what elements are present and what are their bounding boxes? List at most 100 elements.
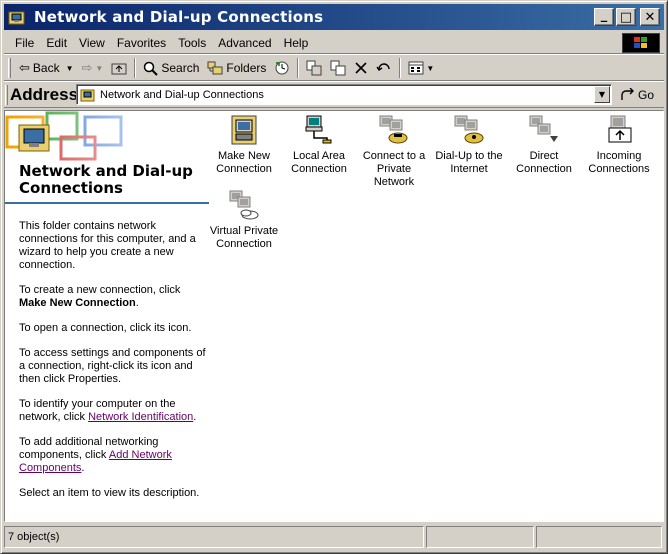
address-label: Address [10,84,79,104]
close-icon: ✕ [644,9,656,25]
pane-intro: This folder contains network connections… [19,220,196,271]
window-title: Network and Dial-up Connections [34,8,324,26]
undo-icon [376,63,391,71]
folders-icon [207,61,223,75]
icon-view: Make New Connection Local Area Connectio… [208,111,663,521]
item-dialup-internet[interactable]: Dial-Up to the Internet [433,114,505,176]
folders-label: Folders [226,61,267,75]
search-icon [144,61,159,76]
pane-create-paragraph: To create a new connection, click Make N… [19,284,209,310]
back-dropdown-icon[interactable]: ▼ [66,64,74,73]
address-input[interactable]: Network and Dial-up Connections ▼ [76,84,612,105]
views-button[interactable]: ▼ [404,57,438,79]
delete-button[interactable] [350,57,372,79]
menu-view[interactable]: View [73,33,111,53]
status-panel-3 [536,526,662,548]
minimize-icon: _ [600,7,608,23]
item-label: Local Area Connection [291,150,347,175]
pane-create-bold: Make New Connection [19,297,136,309]
up-folder-icon [111,63,127,75]
toolbar-separator [399,58,402,78]
toolbar-grip[interactable] [8,58,11,78]
pane-title: Network and Dial-up Connections [19,162,193,197]
web-view-pane: Network and Dial-up Connections This fol… [5,111,210,521]
pane-create-text: To create a new connection, click [19,284,181,296]
menu-help[interactable]: Help [278,33,315,53]
history-button[interactable] [270,57,294,79]
toolbar-separator [134,58,137,78]
direct-connection-icon [528,114,560,146]
pane-identify-paragraph: To identify your computer on the network… [19,398,209,424]
status-object-count: 7 object(s) [4,526,424,548]
maximize-button[interactable]: □ [616,8,636,26]
incoming-connections-icon [603,114,635,146]
item-virtual-private-connection[interactable]: Virtual Private Connection [208,189,280,251]
folder-content: Network and Dial-up Connections This fol… [4,110,664,522]
views-dropdown-icon[interactable]: ▼ [426,64,434,73]
pane-settings-text: To access settings and components of a c… [19,347,206,385]
item-label: Dial-Up to the Internet [435,150,503,175]
pane-create-end: . [135,297,139,309]
toolbar-separator [297,58,300,78]
close-button[interactable]: ✕ [640,8,660,26]
standard-toolbar: ⇦ Back ▼ ⇨ ▼ Search Folders ▼ [4,56,664,81]
item-direct-connection[interactable]: Direct Connection [508,114,580,176]
back-label: Back [32,61,60,75]
pane-divider [5,202,209,204]
pane-add-paragraph: To add additional networking components,… [19,436,209,475]
address-dropdown-icon[interactable]: ▼ [594,86,610,103]
pane-add-end: . [81,462,85,474]
menu-advanced[interactable]: Advanced [212,33,277,53]
item-label: Virtual Private Connection [209,225,279,250]
menu-file[interactable]: File [9,33,40,53]
address-value: Network and Dial-up Connections [100,88,264,101]
move-to-button[interactable] [302,57,326,79]
go-arrow-icon [621,88,634,100]
back-button[interactable]: ⇦ Back ▼ [15,57,78,79]
item-label: Connect to a Private Network [362,150,426,188]
go-button[interactable]: Go [620,85,654,105]
move-to-icon [306,60,322,76]
views-icon [408,61,424,75]
history-icon [275,61,289,75]
forward-arrow-icon: ⇨ [81,60,93,75]
address-bar: Address Network and Dial-up Connections … [4,82,664,108]
status-bar: 7 object(s) [4,526,664,550]
pane-identify-end: . [193,411,197,423]
back-arrow-icon: ⇦ [19,60,30,75]
menu-edit[interactable]: Edit [40,33,73,53]
pane-open-text: To open a connection, click its icon. [19,322,192,334]
copy-to-button[interactable] [326,57,350,79]
address-grip[interactable] [5,85,8,105]
item-connect-private-network[interactable]: Connect to a Private Network [358,114,430,189]
item-make-new-connection[interactable]: Make New Connection [208,114,280,176]
item-incoming-connections[interactable]: Incoming Connections [583,114,655,176]
menu-favorites[interactable]: Favorites [111,33,172,53]
forward-dropdown-icon[interactable]: ▼ [95,64,103,73]
maximize-icon: □ [619,9,633,25]
minimize-button[interactable]: _ [594,8,614,26]
vpn-connection-icon [228,189,260,221]
folders-button[interactable]: Folders [203,57,270,79]
undo-button[interactable] [372,57,396,79]
pane-select-text: Select an item to view its description. [19,487,200,499]
pane-description: This folder contains network connections… [19,220,209,512]
up-folder-button[interactable] [107,57,131,79]
network-identification-link[interactable]: Network Identification [88,411,193,423]
go-label: Go [638,88,655,102]
item-label: Make New Connection [216,150,272,175]
search-label: Search [161,61,200,75]
title-bar[interactable]: Network and Dial-up Connections _ □ ✕ [4,4,664,30]
menu-tools[interactable]: Tools [172,33,212,53]
copy-to-icon [330,60,346,76]
windows-logo-icon [622,33,660,53]
item-local-area-connection[interactable]: Local Area Connection [283,114,355,176]
network-folder-icon [8,9,26,25]
forward-button[interactable]: ⇨ ▼ [78,57,108,79]
explorer-window: Network and Dial-up Connections _ □ ✕ Fi… [0,0,668,554]
private-network-icon [378,114,410,146]
search-button[interactable]: Search [139,57,203,79]
status-panel-2 [426,526,534,548]
menu-bar: File Edit View Favorites Tools Advanced … [4,32,664,54]
address-folder-icon [80,89,95,101]
